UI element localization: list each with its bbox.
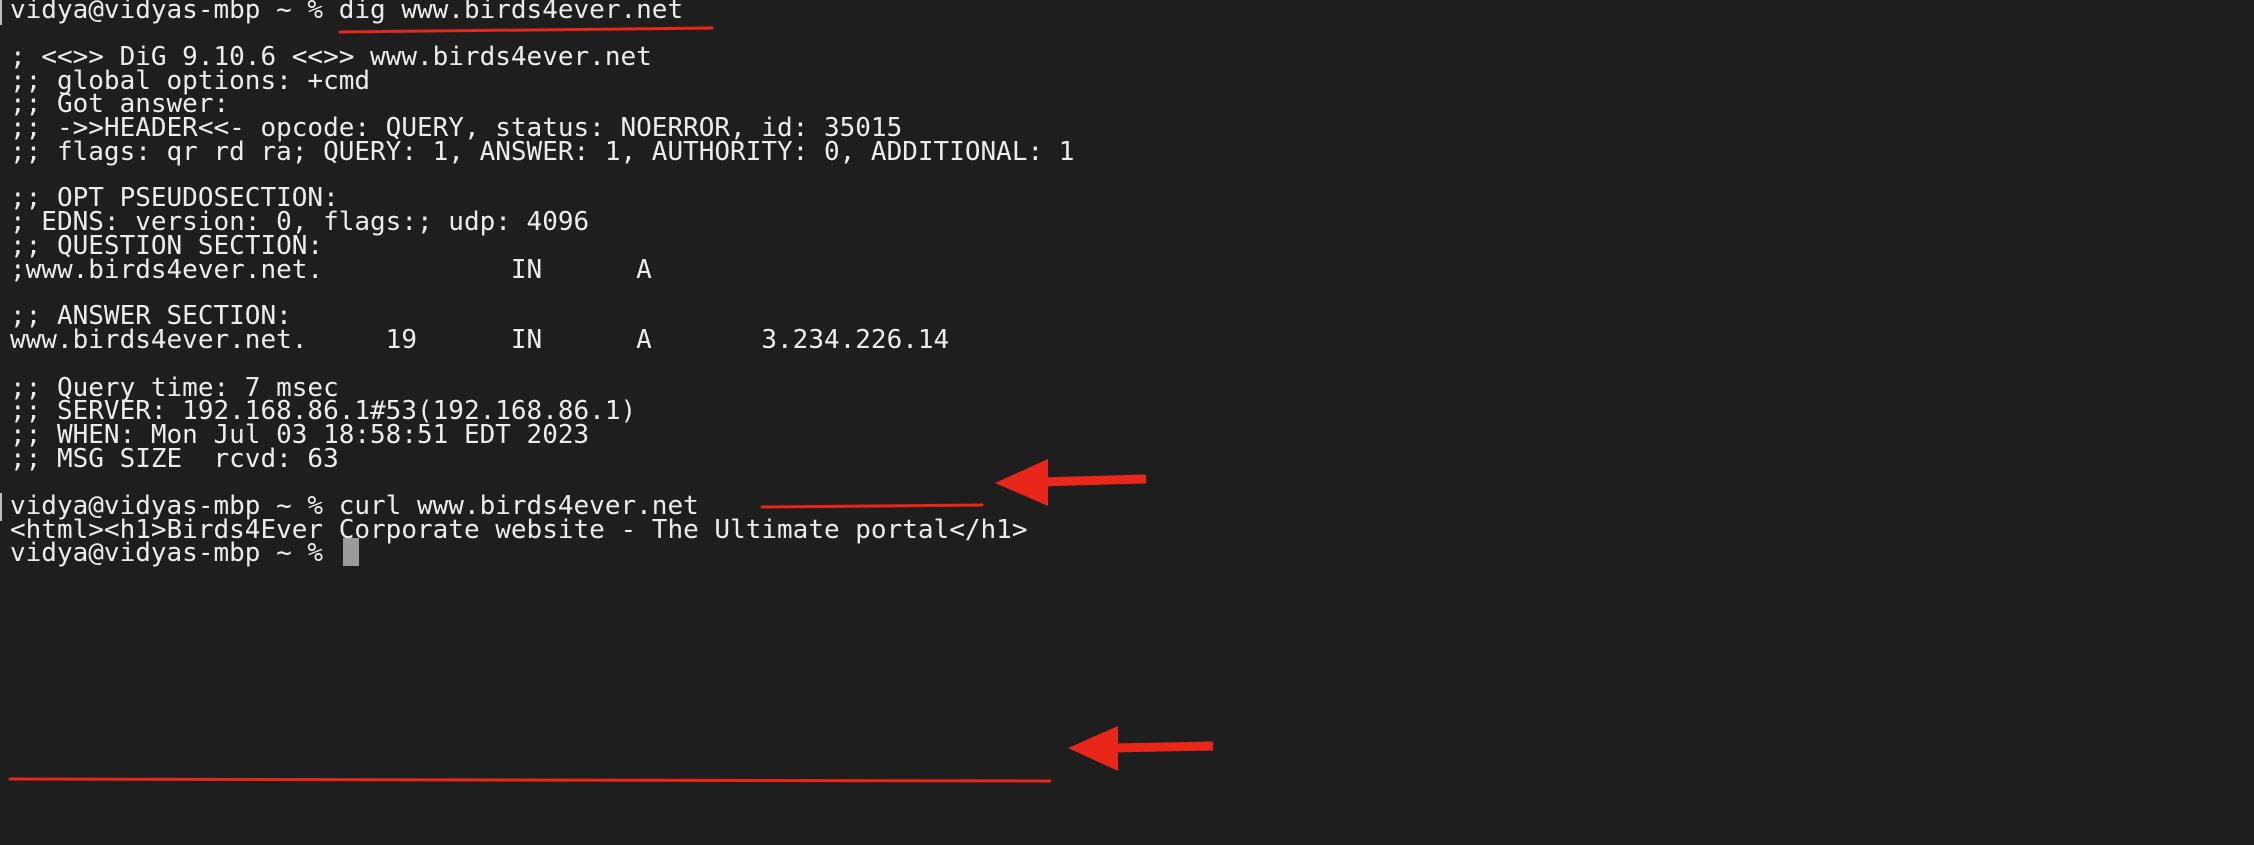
underline-curl-output: [8, 777, 1052, 783]
arrow-icon-curl-output: [1068, 726, 1214, 771]
underline-ip-address: [760, 503, 984, 509]
underline-dig-command: [338, 26, 714, 34]
annotation-overlay: [8, 26, 1214, 783]
arrow-icon-ip-address: [995, 459, 1147, 506]
